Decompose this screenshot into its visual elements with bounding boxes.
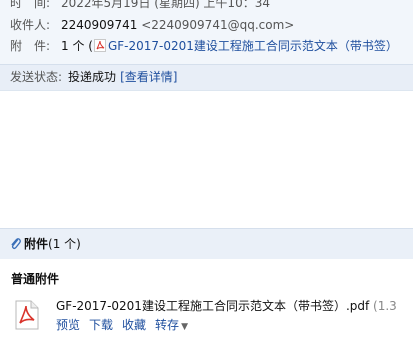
attachments-header: 附件(1 个) <box>0 228 413 259</box>
recipient-email: <2240909741@qq.com> <box>141 18 295 32</box>
attachments-title: 附件 <box>24 237 49 251</box>
status-details-link[interactable]: [查看详情] <box>120 70 177 84</box>
status-label: 发送状态: <box>10 70 63 84</box>
recipient-label: 收件人: <box>10 18 51 32</box>
download-button[interactable]: 下载 <box>89 318 113 332</box>
preview-button[interactable]: 预览 <box>56 318 80 332</box>
time-value: 2022年5月19日 (星期四) 上午10：34 <box>61 0 270 10</box>
status-row: 发送状态: 投递成功 [查看详情] <box>10 68 177 86</box>
attachment-actions: 预览 下载 收藏 转存 ▼ <box>56 316 188 333</box>
attachment-file-name[interactable]: GF-2017-0201建设工程施工合同示范文本（带书签）.pdf <box>56 299 369 313</box>
recipient-name[interactable]: 2240909741 <box>61 18 137 32</box>
time-row: 时 间: 2022年5月19日 (星期四) 上午10：34 <box>10 0 270 12</box>
attachment-link[interactable]: GF-2017-0201建设工程施工合同示范文本（带书签） <box>108 39 398 53</box>
attachment-file-row: GF-2017-0201建设工程施工合同示范文本（带书签）.pdf (1.3 <box>56 297 397 314</box>
favorite-button[interactable]: 收藏 <box>122 318 146 332</box>
pdf-file-icon[interactable] <box>15 300 39 330</box>
normal-attachments-label: 普通附件 <box>11 272 60 286</box>
delivery-status-bar: 发送状态: 投递成功 [查看详情] <box>0 64 413 90</box>
attachment-row: 附 件: 1 个 ( GF-2017-0201建设工程施工合同示范文本（带书签） <box>10 37 398 55</box>
attachment-label: 附 件: <box>10 39 51 53</box>
attachments-title-row: 附件(1 个) <box>10 235 81 255</box>
forward-button[interactable]: 转存 <box>155 318 179 332</box>
attachment-file-size: (1.3 <box>373 299 397 313</box>
time-label: 时 间: <box>10 0 51 10</box>
pdf-icon <box>93 39 106 52</box>
attachment-count: 1 个 <box>61 39 85 53</box>
attachments-count: (1 个) <box>48 237 81 251</box>
recipient-row: 收件人: 2240909741 <2240909741@qq.com> <box>10 16 294 34</box>
paperclip-icon <box>10 237 21 255</box>
chevron-down-icon[interactable]: ▼ <box>181 322 188 332</box>
attachment-paren: ( <box>88 39 93 53</box>
status-value: 投递成功 <box>68 70 117 84</box>
